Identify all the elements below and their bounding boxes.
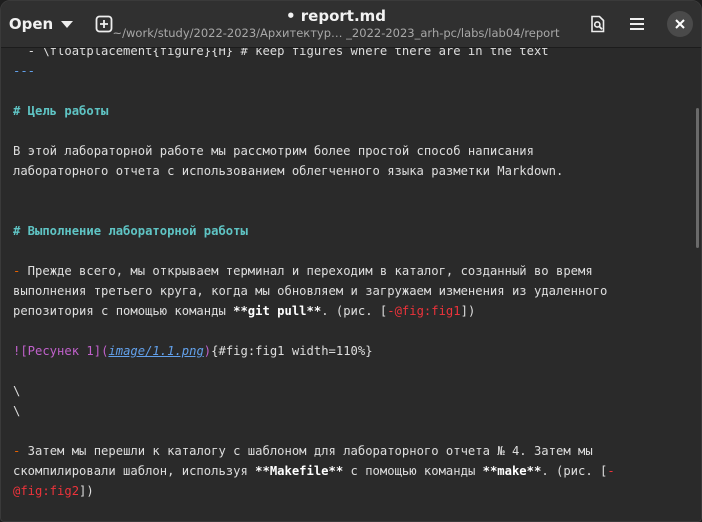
document-path: ~/work/study/2022-2023/Архитектур… _2022…: [112, 26, 560, 40]
header-bar: Open • report.md ~/work/study/2022-2023/…: [1, 1, 701, 48]
search-document-icon: [591, 15, 605, 33]
text-line: лабораторного отчета с использованием об…: [13, 164, 564, 178]
text-editor-area[interactable]: - \floatplacement{figure}{H} # keep figu…: [1, 48, 701, 521]
empty-line: [13, 361, 689, 381]
heading-line: # Выполнение лабораторной работы: [13, 224, 248, 238]
open-button[interactable]: Open: [5, 7, 77, 41]
text-line: @fig:fig2]): [13, 481, 689, 501]
window-title-area: • report.md ~/work/study/2022-2023/Архит…: [111, 6, 561, 41]
text-line: репозитория с помощью команды **git pull…: [13, 301, 689, 321]
reference-span: -@fig:fig1: [387, 304, 461, 318]
empty-line: [13, 201, 689, 221]
hamburger-menu-icon: [630, 18, 644, 30]
reference-span: -: [607, 464, 615, 478]
text-span: скомпилировали шаблон, используя: [13, 464, 256, 478]
heading-line: # Цель работы: [13, 104, 109, 118]
chevron-down-icon: [61, 20, 74, 28]
bold-span: **make**: [482, 464, 542, 478]
empty-line: [13, 121, 689, 141]
empty-line: [13, 241, 689, 261]
text-span: Прежде всего, мы открываем терминал и пе…: [20, 264, 593, 278]
empty-line: [13, 421, 689, 441]
find-button[interactable]: [581, 7, 615, 41]
editor-window: Open • report.md ~/work/study/2022-2023/…: [0, 0, 702, 522]
text-span: . (рис. [: [541, 464, 608, 478]
image-link-text: ![Ресунек 1]: [13, 344, 102, 358]
text-line: \: [13, 384, 21, 398]
empty-line: [13, 321, 689, 341]
document-title: • report.md: [285, 7, 387, 25]
text-line: - \floatplacement{figure}{H} # keep figu…: [13, 48, 549, 58]
text-span: с помощью команды: [343, 464, 483, 478]
list-item-line: - Прежде всего, мы открываем терминал и …: [13, 261, 689, 281]
text-span: ]): [460, 304, 476, 318]
close-icon: [675, 19, 685, 29]
text-line: \: [13, 404, 21, 418]
empty-line: [13, 181, 689, 201]
vertical-scrollbar[interactable]: [696, 108, 699, 248]
open-button-label: Open: [8, 15, 54, 33]
image-attributes: {#fig:fig1 width=110%}: [211, 344, 373, 358]
reference-span: @fig:fig2: [13, 484, 80, 498]
list-item-line: - Затем мы перешли к каталогу с шаблоном…: [13, 441, 689, 461]
bold-span: **Makefile**: [255, 464, 344, 478]
horizontal-rule-line: ---: [13, 64, 36, 78]
image-url: image/1.1.png: [108, 344, 204, 358]
empty-line: [13, 81, 689, 101]
text-span: ]): [79, 484, 94, 498]
text-line: скомпилировали шаблон, используя **Makef…: [13, 461, 689, 481]
text-span: репозитория с помощью команды: [13, 304, 234, 318]
close-window-button[interactable]: [667, 11, 693, 37]
text-span: Затем мы перешли к каталогу с шаблоном д…: [20, 444, 593, 458]
bold-span: **git pull**: [233, 304, 322, 318]
editor-lines: - \floatplacement{figure}{H} # keep figu…: [13, 48, 689, 501]
text-span: . (рис. [: [321, 304, 388, 318]
text-line: выполнения третьего круга, когда мы обно…: [13, 284, 608, 298]
main-menu-button[interactable]: [620, 7, 654, 41]
text-line: В этой лабораторной работе мы рассмотрим…: [13, 144, 534, 158]
image-line: ![Ресунек 1](image/1.1.png){#fig:fig1 wi…: [13, 341, 689, 361]
